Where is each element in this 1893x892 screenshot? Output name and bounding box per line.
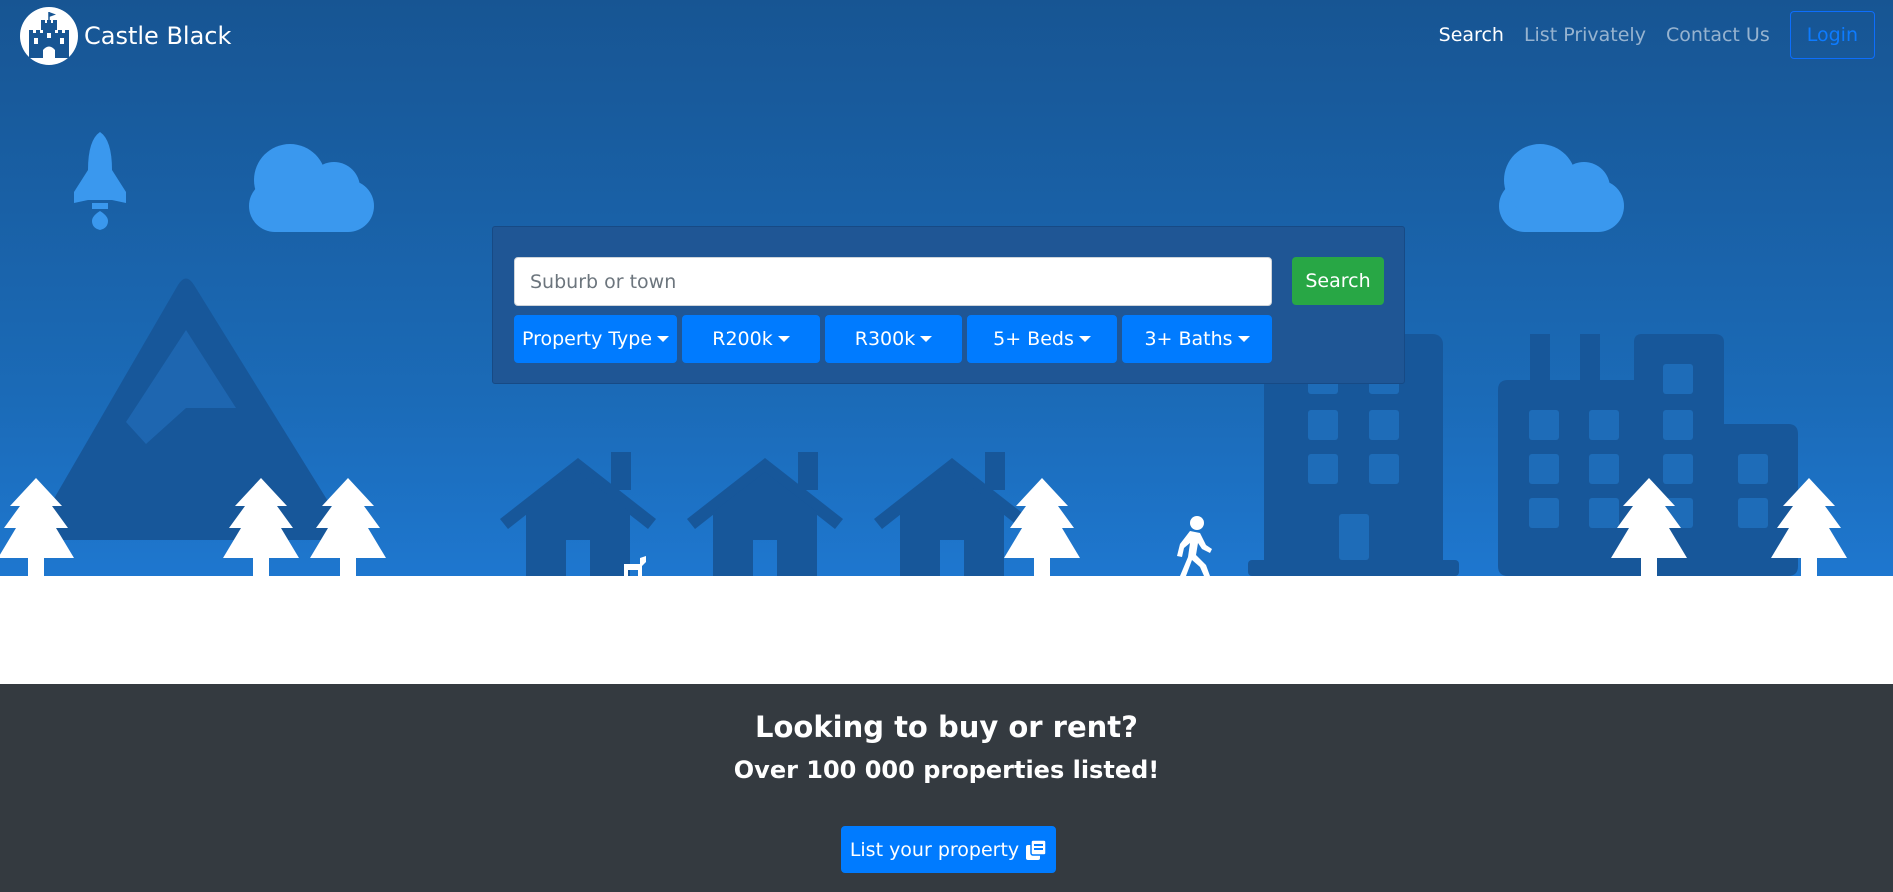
nav-link-contact-us[interactable]: Contact Us <box>1666 24 1770 46</box>
rocket-icon <box>74 132 126 230</box>
nav-link-search[interactable]: Search <box>1439 24 1504 46</box>
caret-down-icon <box>657 336 670 342</box>
castle-icon <box>20 7 78 65</box>
baths-dropdown[interactable]: 3+ Baths <box>1122 315 1272 363</box>
dropdown-label: 3+ Baths <box>1144 328 1233 350</box>
cloud-icon <box>1499 144 1624 232</box>
brand-name: Castle Black <box>84 22 232 50</box>
house-icon <box>500 452 656 576</box>
search-panel: Search Property Type R200k R300k 5+ Beds… <box>492 226 1405 384</box>
nav-links: Search List Privately Contact Us Login <box>1419 11 1875 59</box>
beds-dropdown[interactable]: 5+ Beds <box>967 315 1117 363</box>
dropdown-label: R200k <box>712 328 773 350</box>
top-navbar: Castle Black Search List Privately Conta… <box>0 0 1893 74</box>
copy-icon <box>1026 838 1047 860</box>
caret-down-icon <box>777 336 790 342</box>
cta-subtitle: Over 100 000 properties listed! <box>733 756 1160 784</box>
tree-icon <box>1004 478 1080 576</box>
search-input[interactable] <box>514 257 1272 306</box>
house-icon <box>687 452 843 576</box>
filter-row: Property Type R200k R300k 5+ Beds 3+ Bat… <box>514 315 1277 363</box>
cta-title: Looking to buy or rent? <box>755 710 1138 744</box>
walking-person-icon <box>1177 516 1212 576</box>
search-button[interactable]: Search <box>1292 257 1384 305</box>
property-type-dropdown[interactable]: Property Type <box>514 315 677 363</box>
nav-link-list-privately[interactable]: List Privately <box>1524 24 1646 46</box>
min-price-dropdown[interactable]: R200k <box>682 315 820 363</box>
caret-down-icon <box>920 336 933 342</box>
brand-link[interactable]: Castle Black <box>19 6 231 66</box>
mountain-icon <box>30 278 352 540</box>
dropdown-label: Property Type <box>521 328 653 350</box>
login-button[interactable]: Login <box>1789 11 1875 59</box>
hero-banner: Castle Black Search List Privately Conta… <box>0 0 1893 576</box>
dropdown-label: 5+ Beds <box>993 328 1074 350</box>
list-property-label: List your property <box>849 838 1020 861</box>
list-property-button[interactable]: List your property <box>841 826 1056 873</box>
cloud-icon <box>249 144 374 232</box>
dropdown-label: R300k <box>854 328 916 350</box>
max-price-dropdown[interactable]: R300k <box>825 315 962 363</box>
caret-down-icon <box>1237 336 1250 342</box>
caret-down-icon <box>1078 336 1091 342</box>
cta-section: Looking to buy or rent? Over 100 000 pro… <box>0 684 1893 892</box>
